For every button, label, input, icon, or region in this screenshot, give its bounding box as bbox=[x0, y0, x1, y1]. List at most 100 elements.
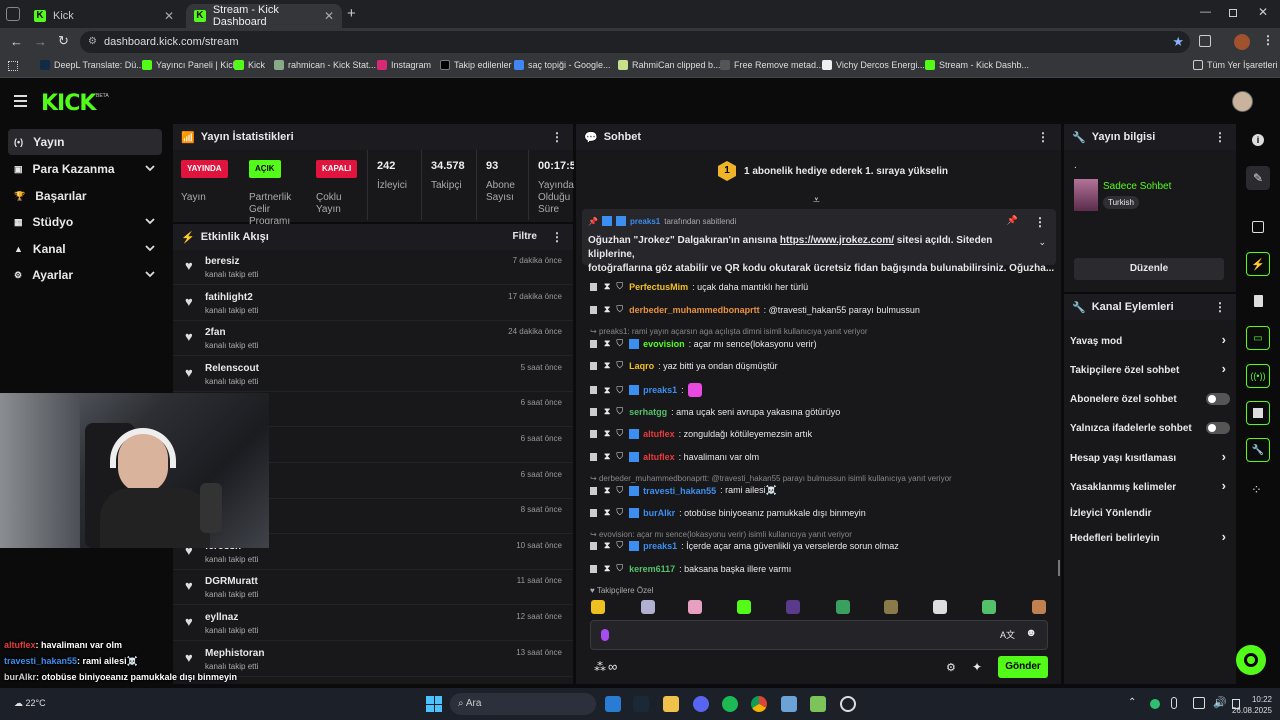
feed-row[interactable]: ♥ Relenscout kanalı takip etti 5 saat önce bbox=[173, 357, 573, 392]
hamburger-menu-icon[interactable] bbox=[14, 95, 27, 107]
unpin-icon[interactable]: 📌 bbox=[1007, 215, 1018, 226]
chat-message[interactable]: ⧗ ⛉ kerem6117: baksana başka illere varmı bbox=[590, 563, 791, 574]
timeout-icon[interactable]: ⧗ bbox=[604, 281, 610, 292]
chat-message[interactable]: ⧗ ⛉ derbeder_muhammedbonaprtt: @travesti_h… bbox=[590, 304, 920, 315]
channel-action-item[interactable]: Takipçilere özel sohbet › bbox=[1070, 361, 1230, 377]
send-button[interactable]: Gönder bbox=[998, 656, 1048, 678]
more-options-icon[interactable]: ⋮ bbox=[1037, 130, 1049, 144]
ban-icon[interactable]: ⛉ bbox=[616, 485, 623, 496]
channel-action-item[interactable]: Hesap yaşı kısıtlaması › bbox=[1070, 449, 1230, 465]
emote-icon[interactable] bbox=[1032, 600, 1046, 614]
bookmark-item[interactable]: saç topiği - Google... bbox=[514, 60, 611, 70]
delete-icon[interactable] bbox=[590, 508, 597, 517]
bookmark-item[interactable]: Vichy Dercos Energi... bbox=[822, 60, 925, 70]
chat-username[interactable]: travesti_hakan55 bbox=[643, 486, 716, 496]
clock[interactable]: 10:22 26.08.2025 bbox=[1222, 694, 1272, 716]
emote-icon[interactable] bbox=[641, 600, 655, 614]
new-tab-button[interactable]: + bbox=[347, 5, 356, 22]
user-avatar[interactable] bbox=[1232, 91, 1253, 112]
delete-icon[interactable] bbox=[590, 361, 597, 370]
toggle-switch[interactable] bbox=[1206, 393, 1230, 405]
feed-row[interactable]: ♥ fatihlight2 kanalı takip etti 17 dakika ö… bbox=[173, 286, 573, 321]
ban-icon[interactable]: ⛉ bbox=[616, 385, 623, 396]
chat-username[interactable]: evovision bbox=[643, 339, 685, 349]
taskbar-app-icon[interactable] bbox=[751, 696, 767, 712]
ban-icon[interactable]: ⛉ bbox=[616, 406, 623, 417]
timeout-icon[interactable]: ⧗ bbox=[604, 563, 610, 574]
chat-message[interactable]: ⧗ ⛉ PerfectusMim: uçak daha mantıklı her t… bbox=[590, 281, 808, 292]
chat-username[interactable]: altuflex bbox=[643, 452, 675, 462]
chat-username[interactable]: preaks1 bbox=[643, 385, 677, 395]
timeout-icon[interactable]: ⧗ bbox=[604, 540, 610, 551]
chat-input[interactable]: A文 ☻ bbox=[590, 620, 1048, 650]
chat-button[interactable]: ▭ bbox=[1246, 326, 1270, 350]
chat-tools-icon[interactable]: ⁂ bbox=[594, 660, 606, 674]
translate-icon[interactable]: A文 bbox=[1000, 628, 1015, 641]
sidebar-item-para-kazanma[interactable]: ▣ Para Kazanma bbox=[8, 156, 162, 182]
feed-row[interactable]: ♥ DGRMuratt kanalı takip etti 11 saat önce bbox=[173, 570, 573, 606]
bookmark-item[interactable]: Yayıncı Paneli | Kick bbox=[142, 60, 237, 70]
bookmark-item[interactable]: Instagram bbox=[377, 60, 431, 70]
support-button[interactable] bbox=[1236, 645, 1266, 675]
channel-action-item[interactable]: Yasaklanmış kelimeler › bbox=[1070, 478, 1230, 494]
channel-action-item[interactable]: Abonelere özel sohbet bbox=[1070, 392, 1230, 406]
reload-icon[interactable]: ↻ bbox=[58, 33, 69, 49]
timeout-icon[interactable]: ⧗ bbox=[604, 360, 610, 371]
info-icon[interactable]: i bbox=[1252, 134, 1264, 146]
apps-icon[interactable] bbox=[8, 61, 18, 71]
lightning-button[interactable]: ⚡ bbox=[1246, 252, 1270, 276]
chat-message[interactable]: ⧗ ⛉ travesti_hakan55: rami ailesi☠️ bbox=[590, 485, 777, 496]
taskbar-app-icon[interactable] bbox=[605, 696, 621, 712]
apps-icon[interactable]: ⁘ bbox=[1251, 482, 1262, 498]
ban-icon[interactable]: ⛉ bbox=[616, 540, 623, 551]
emote-icon[interactable] bbox=[836, 600, 850, 614]
chat-scrollbar[interactable] bbox=[1058, 560, 1060, 576]
chat-message[interactable]: ⧗ ⛉ Laqro: yaz bitti ya ondan düşmüştür bbox=[590, 360, 778, 371]
window-close-button[interactable]: ✕ bbox=[1258, 5, 1268, 19]
category-thumbnail[interactable] bbox=[1074, 179, 1098, 211]
ban-icon[interactable]: ⛉ bbox=[616, 338, 623, 349]
close-icon[interactable]: ✕ bbox=[324, 9, 334, 23]
minimize-button[interactable]: — bbox=[1200, 6, 1211, 18]
sidebar-item-yayin[interactable]: (•) Yayın bbox=[8, 129, 162, 155]
filter-button[interactable]: Filtre bbox=[513, 231, 537, 242]
timeout-icon[interactable]: ⧗ bbox=[604, 451, 610, 462]
taskbar-app-icon[interactable] bbox=[781, 696, 797, 712]
maximize-button[interactable] bbox=[1229, 9, 1237, 17]
timeout-icon[interactable]: ⧗ bbox=[604, 304, 610, 315]
ban-icon[interactable]: ⛉ bbox=[616, 304, 623, 315]
feed-username[interactable]: fatihlight2 bbox=[205, 292, 253, 303]
more-options-icon[interactable]: ⋮ bbox=[551, 130, 563, 144]
feed-row[interactable]: ♥ beresiz kanalı takip etti 7 dakika önce bbox=[173, 250, 573, 285]
chat-username[interactable]: preaks1 bbox=[643, 541, 677, 551]
document-icon[interactable] bbox=[1254, 295, 1263, 307]
timeout-icon[interactable]: ⧗ bbox=[604, 338, 610, 349]
category-link[interactable]: Sadece Sohbet bbox=[1103, 181, 1171, 192]
feed-row[interactable]: ♥ eyllnaz kanalı takip etti 12 saat önce bbox=[173, 606, 573, 641]
broadcast-button[interactable]: ((•)) bbox=[1246, 364, 1270, 388]
bot-icon[interactable]: ✦ bbox=[972, 660, 982, 674]
ban-icon[interactable]: ⛉ bbox=[616, 563, 623, 574]
bookmark-item[interactable]: RahmiCan clipped b... bbox=[618, 60, 721, 70]
channel-action-item[interactable]: Yavaş mod › bbox=[1070, 332, 1230, 348]
channel-action-item[interactable]: İzleyici Yönlendir bbox=[1070, 506, 1230, 520]
channel-action-item[interactable]: Hedefleri belirleyin › bbox=[1070, 529, 1230, 545]
ban-icon[interactable]: ⛉ bbox=[616, 451, 623, 462]
bookmark-item[interactable]: rahmican - Kick Stat... bbox=[274, 60, 376, 70]
feed-username[interactable]: Mephistoran bbox=[205, 648, 264, 659]
sidebar-item-kanal[interactable]: ▲ Kanal bbox=[8, 236, 162, 262]
taskbar-app-icon[interactable] bbox=[693, 696, 709, 712]
taskbar-app-icon[interactable] bbox=[633, 696, 649, 712]
delete-icon[interactable] bbox=[590, 452, 597, 461]
chat-message[interactable]: ⧗ ⛉ evovision: açar mı sence(lokasyonu ver… bbox=[590, 338, 817, 349]
feed-username[interactable]: beresiz bbox=[205, 256, 239, 267]
delete-icon[interactable] bbox=[590, 282, 597, 291]
all-bookmarks[interactable]: Tüm Yer İşaretleri bbox=[1193, 60, 1278, 70]
capture-icon[interactable] bbox=[1252, 221, 1264, 233]
ban-icon[interactable]: ⛉ bbox=[616, 428, 623, 439]
close-icon[interactable]: ✕ bbox=[164, 9, 174, 23]
chat-message[interactable]: ⧗ ⛉ burAlkr: otobüse biniyoeanız pamukkale… bbox=[590, 507, 866, 518]
timeout-icon[interactable]: ⧗ bbox=[604, 406, 610, 417]
more-options-icon[interactable]: ⋮ bbox=[1214, 130, 1226, 144]
tab-dashboard[interactable]: K Stream - Kick Dashboard ✕ bbox=[186, 4, 342, 28]
